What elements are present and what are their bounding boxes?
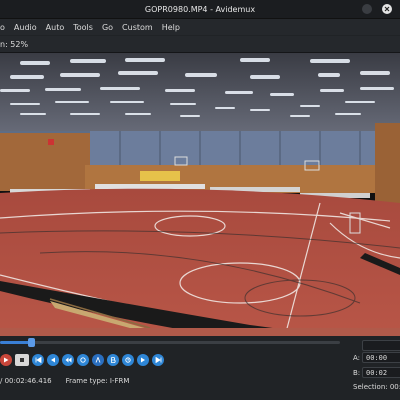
menu-item-go[interactable]: Go (102, 23, 113, 32)
menu-item-custom[interactable]: Custom (122, 23, 153, 32)
title-bar: GOPR0980.MP4 - Avidemux (0, 0, 400, 19)
stop-icon (20, 358, 24, 362)
marker-a-icon (95, 357, 101, 363)
rewind-button[interactable] (62, 354, 74, 366)
close-button[interactable] (382, 4, 392, 14)
play-icon (4, 357, 9, 363)
seek-handle[interactable] (27, 338, 35, 347)
next-keyframe-button[interactable] (152, 354, 164, 366)
selection-duration: Selection: 00:0 (353, 383, 400, 391)
frame-type: Frame type: I-FRM (65, 377, 130, 385)
marker-b-field[interactable]: 00:02 (362, 367, 400, 378)
video-frame (0, 53, 400, 336)
next-frame-button[interactable] (137, 354, 149, 366)
marker-b-icon (111, 357, 116, 363)
back-one-minute-button[interactable] (77, 354, 89, 366)
set-marker-b-button[interactable] (107, 354, 119, 366)
close-icon (384, 6, 390, 12)
rewind-icon (65, 357, 71, 363)
play-button[interactable] (0, 354, 12, 366)
seek-progress (0, 341, 31, 344)
menu-bar: o Audio Auto Tools Go Custom Help (0, 19, 400, 35)
set-marker-a-button[interactable] (92, 354, 104, 366)
zoom-bar: n: 52% (0, 36, 400, 53)
current-time-field[interactable] (362, 340, 400, 351)
menu-item-file[interactable]: o (0, 23, 5, 32)
selection-panel: A: 00:00 B: 00:02 Selection: 00:0 (350, 337, 400, 400)
seek-track[interactable] (0, 341, 340, 344)
minimize-button[interactable] (362, 4, 372, 14)
next-keyframe-icon (155, 357, 161, 363)
marker-a-label: A: (353, 354, 361, 362)
window-title: GOPR0980.MP4 - Avidemux (144, 4, 256, 14)
video-preview (0, 53, 400, 336)
menu-item-auto[interactable]: Auto (46, 23, 65, 32)
prev-frame-icon (51, 357, 55, 363)
forward-one-minute-button[interactable] (122, 354, 134, 366)
playback-controls (0, 351, 350, 369)
forward-minute-icon (125, 357, 131, 363)
zoom-label: n: 52% (0, 39, 29, 49)
prev-frame-button[interactable] (47, 354, 59, 366)
menu-item-help[interactable]: Help (162, 23, 180, 32)
menu-item-tools[interactable]: Tools (73, 23, 93, 32)
total-duration: / 00:02:46.416 (0, 377, 52, 385)
status-bar: / 00:02:46.416 Frame type: I-FRM (0, 374, 350, 388)
prev-keyframe-button[interactable] (32, 354, 44, 366)
next-frame-icon (141, 357, 145, 363)
marker-b-label: B: (353, 369, 361, 377)
menu-item-audio[interactable]: Audio (14, 23, 37, 32)
back-minute-icon (80, 357, 86, 363)
marker-a-field[interactable]: 00:00 (362, 352, 400, 363)
seek-bar[interactable] (0, 337, 350, 347)
prev-keyframe-icon (35, 357, 41, 363)
stop-button[interactable] (15, 354, 29, 366)
